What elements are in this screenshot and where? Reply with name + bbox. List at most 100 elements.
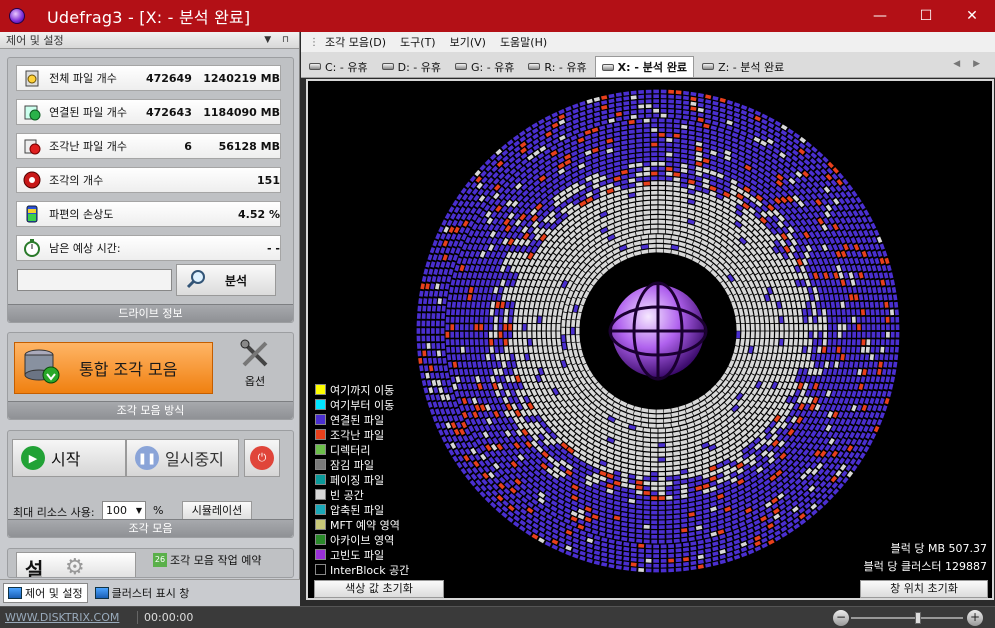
legend-label: 여기까지 이동 <box>330 383 395 397</box>
tab-control-settings[interactable]: 제어 및 설정 <box>3 583 88 603</box>
stat-label: 조각난 파일 개수 <box>49 140 127 153</box>
stat-count: 6 <box>184 139 192 153</box>
resource-label: 최대 리소스 사용: <box>13 506 95 519</box>
legend-label: MFT 예약 영역 <box>330 518 400 532</box>
gear-icon: ⚙ <box>65 555 85 578</box>
options-label: 옵션 <box>244 375 266 388</box>
zoom-out-button[interactable]: − <box>833 610 849 626</box>
defrag-control-group: ▶ 시작 ❚❚ 일시중지 ⏻ 최대 리소스 사용: 100 ▼ % 시뮬레이션 … <box>7 430 294 538</box>
stop-button[interactable]: ⏻ <box>244 439 280 477</box>
maximize-button[interactable]: ☐ <box>903 0 949 32</box>
stat-label: 전체 파일 개수 <box>49 72 117 85</box>
app-icon[interactable] <box>9 8 25 24</box>
defrag-method-group: 통합 조각 모음 옵션 조각 모음 방식 <box>7 332 294 420</box>
stat-size: 56128 MB <box>218 139 280 153</box>
legend-label: 조각난 파일 <box>330 428 385 442</box>
path-input[interactable] <box>17 269 172 291</box>
legend: 여기까지 이동 여기부터 이동 연결된 파일 조각난 파일 디렉터리 잠김 파일 페이징 파… <box>315 382 409 577</box>
legend-item[interactable]: 압축된 파일 <box>315 502 409 517</box>
website-link[interactable]: WWW.DISKTRIX.COM <box>5 611 123 624</box>
tab-cluster-view[interactable]: 클러스터 표시 창 <box>91 583 194 603</box>
tab-drive-c[interactable]: C: - 유휴 <box>303 56 374 77</box>
legend-item[interactable]: 페이징 파일 <box>315 472 409 487</box>
start-button[interactable]: ▶ 시작 <box>12 439 126 477</box>
menu-defrag[interactable]: 조각 모음(D) <box>325 34 386 50</box>
tab-drive-x[interactable]: X: - 분석 완료 <box>594 56 695 77</box>
legend-item[interactable]: InterBlock 공간 <box>315 562 409 577</box>
close-button[interactable]: ✕ <box>949 0 995 32</box>
consolidated-defrag-label: 통합 조각 모음 <box>79 360 178 379</box>
disk-download-icon <box>23 347 61 389</box>
consolidated-defrag-button[interactable]: 통합 조각 모음 <box>14 342 213 394</box>
start-label: 시작 <box>51 450 81 469</box>
legend-swatch <box>315 444 326 455</box>
reset-window-button[interactable]: 창 위치 초기화 <box>860 580 988 598</box>
settings-button[interactable]: 설 ⚙ <box>16 552 136 578</box>
resource-select[interactable]: 100 ▼ <box>102 501 146 520</box>
files-icon <box>22 68 41 88</box>
zoom-slider-thumb[interactable] <box>915 612 922 624</box>
legend-item[interactable]: 여기까지 이동 <box>315 382 409 397</box>
legend-item[interactable]: MFT 예약 영역 <box>315 517 409 532</box>
reset-colors-button[interactable]: 색상 값 초기화 <box>314 580 444 598</box>
tab-drive-r[interactable]: R: - 유휴 <box>522 56 592 77</box>
cluster-map[interactable] <box>308 81 992 598</box>
contiguous-files-icon <box>22 102 41 122</box>
defrag-caption: 조각 모음 <box>8 519 293 537</box>
tab-drive-d[interactable]: D: - 유휴 <box>376 56 447 77</box>
tab-label: R: - 유휴 <box>544 60 587 74</box>
drive-icon <box>381 63 394 70</box>
stop-icon: ⏻ <box>250 446 274 470</box>
stat-count: 472649 <box>145 71 192 85</box>
legend-item[interactable]: 디렉터리 <box>315 442 409 457</box>
stat-label: 파편의 손상도 <box>49 208 114 221</box>
disk-hub-icon <box>608 281 708 381</box>
legend-item[interactable]: 아카이브 영역 <box>315 532 409 547</box>
stat-size: 1240219 MB <box>203 71 280 85</box>
tab-label: 제어 및 설정 <box>25 587 83 600</box>
schedule-button[interactable]: 26 조각 모음 작업 예약 <box>153 552 261 568</box>
tab-drive-z[interactable]: Z: - 분석 완료 <box>696 56 790 77</box>
legend-swatch <box>315 399 326 410</box>
mb-per-block: 블럭 당 MB 507.37 <box>890 542 987 555</box>
menu-help[interactable]: 도움말(H) <box>500 34 547 50</box>
legend-swatch <box>315 414 326 425</box>
stat-count: 472643 <box>145 105 192 119</box>
menu-tools[interactable]: 도구(T) <box>400 34 436 50</box>
stat-row-fragments: 조각의 개수 151 <box>16 167 281 193</box>
analyze-button[interactable]: 분석 <box>176 264 276 296</box>
menu-view[interactable]: 보기(V) <box>450 34 486 50</box>
legend-swatch <box>315 534 326 545</box>
pause-icon: ❚❚ <box>135 446 159 470</box>
legend-label: 고빈도 파일 <box>330 548 385 562</box>
panel-title: 제어 및 설정 <box>6 34 64 47</box>
legend-item[interactable]: 연결된 파일 <box>315 412 409 427</box>
legend-swatch <box>315 384 326 395</box>
pause-button[interactable]: ❚❚ 일시중지 <box>126 439 239 477</box>
zoom-in-button[interactable]: + <box>967 610 983 626</box>
stat-size: - - <box>267 241 280 255</box>
schedule-group: 설 ⚙ 26 조각 모음 작업 예약 <box>7 548 294 578</box>
calendar-icon: 26 <box>153 553 167 567</box>
legend-swatch <box>315 504 326 515</box>
legend-item[interactable]: 조각난 파일 <box>315 427 409 442</box>
stat-row-fragmented-files: 조각난 파일 개수 6 56128 MB <box>16 133 281 159</box>
legend-label: 여기부터 이동 <box>330 398 395 412</box>
drive-icon <box>702 63 715 70</box>
cluster-map-panel: 여기까지 이동 여기부터 이동 연결된 파일 조각난 파일 디렉터리 잠김 파일 페이징 파… <box>306 79 994 600</box>
tab-scroll-arrows[interactable]: ◀ ▶ <box>953 59 985 69</box>
drive-icon <box>528 63 541 70</box>
legend-item[interactable]: 고빈도 파일 <box>315 547 409 562</box>
tab-drive-g[interactable]: G: - 유휴 <box>449 56 520 77</box>
legend-item[interactable]: 여기부터 이동 <box>315 397 409 412</box>
resource-value: 100 <box>106 504 127 517</box>
legend-swatch <box>315 489 326 500</box>
simulation-button[interactable]: 시뮬레이션 <box>182 501 252 521</box>
panel-pin-icon[interactable]: ▼ ⊓ <box>264 35 293 45</box>
legend-item[interactable]: 잠김 파일 <box>315 457 409 472</box>
menu-bar: ⋮ 조각 모음(D) 도구(T) 보기(V) 도움말(H) <box>301 32 995 52</box>
title-bar: Udefrag3 - [X: - 분석 완료] — ☐ ✕ <box>0 0 995 32</box>
legend-item[interactable]: 빈 공간 <box>315 487 409 502</box>
options-button[interactable]: 옵션 <box>230 338 280 390</box>
minimize-button[interactable]: — <box>857 0 903 32</box>
